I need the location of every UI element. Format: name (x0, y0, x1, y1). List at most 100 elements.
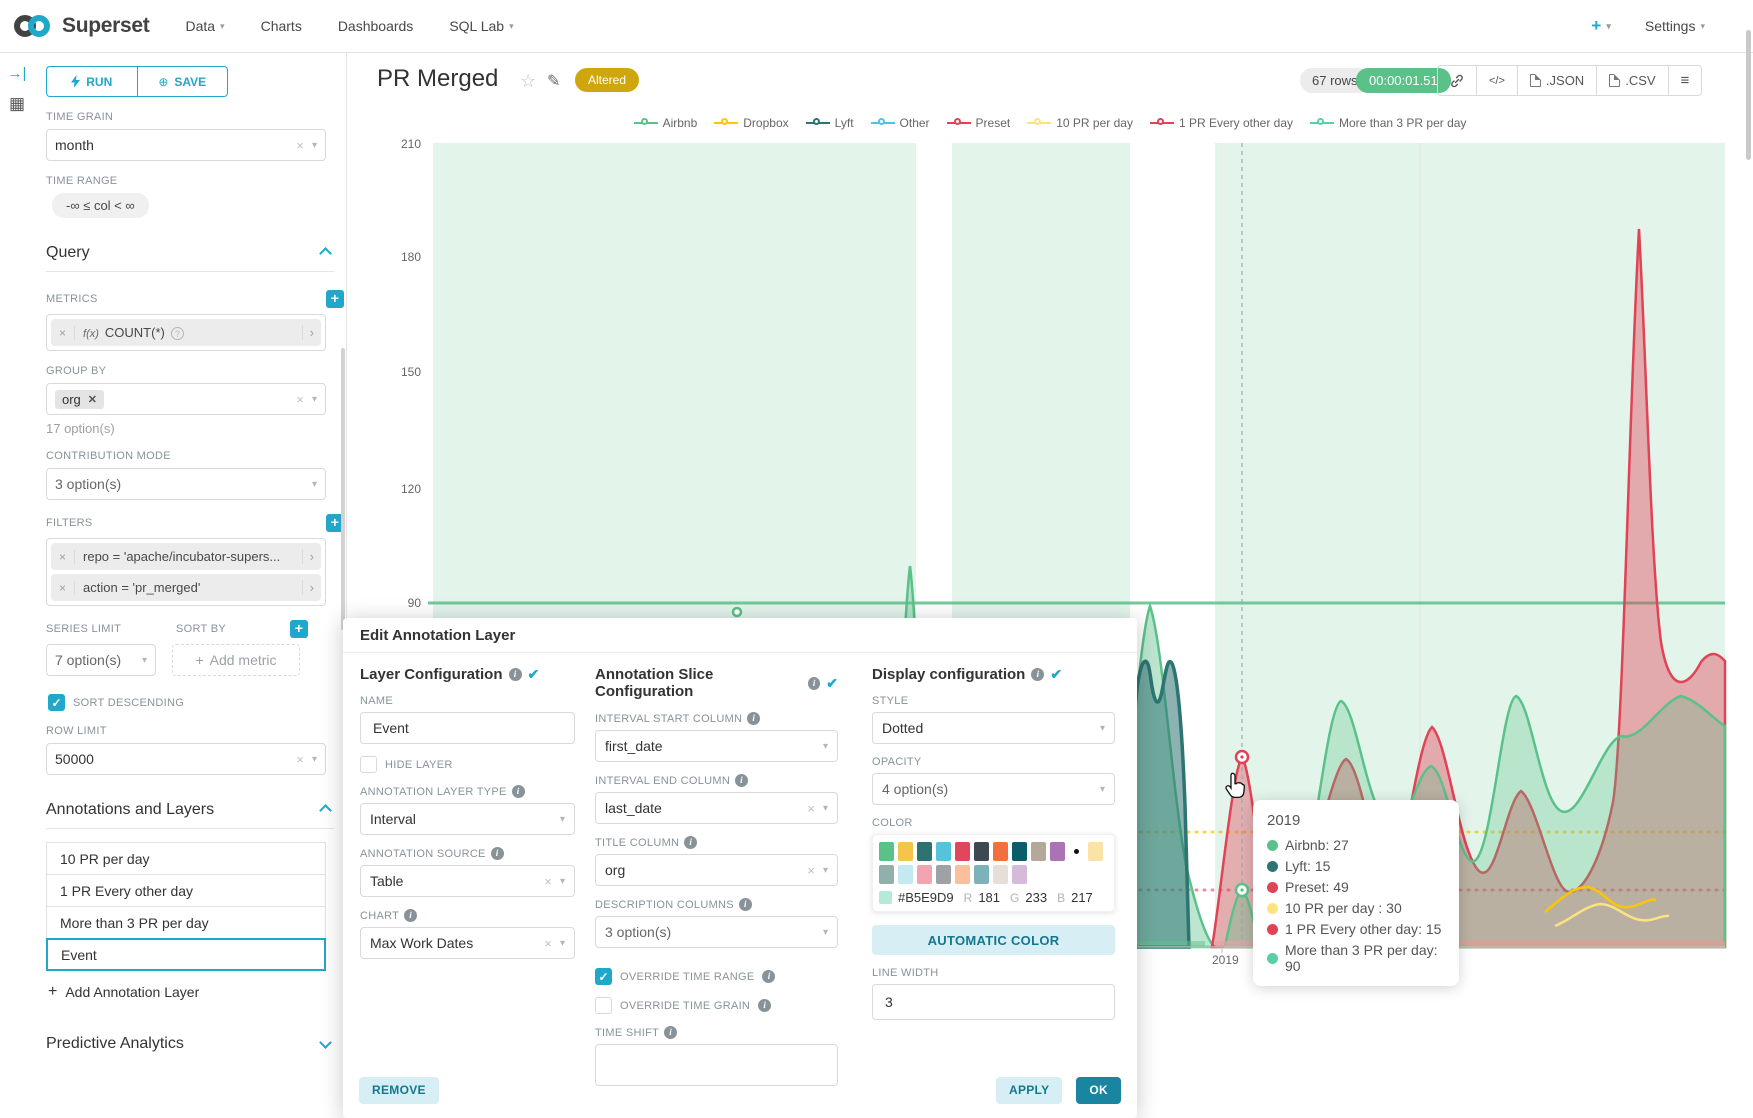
line-width-input[interactable] (872, 984, 1115, 1020)
time-grain-select[interactable]: month × ▾ (46, 129, 326, 161)
expand-chevron-icon[interactable]: › (302, 580, 321, 595)
export-json-button[interactable]: .JSON (1518, 66, 1597, 95)
b-value[interactable]: 217 (1071, 890, 1093, 905)
color-swatch[interactable] (955, 865, 970, 884)
sort-by-add-metric[interactable]: +Add metric (172, 644, 300, 676)
datasource-grid-icon[interactable]: ▦ (0, 94, 34, 114)
clear-icon[interactable]: × (296, 392, 304, 407)
color-swatch[interactable] (993, 865, 1008, 884)
new-item-button[interactable]: +▾ (1591, 16, 1610, 36)
group-by-tag[interactable]: org✕ (55, 390, 104, 409)
color-swatch[interactable] (879, 865, 894, 884)
style-select[interactable]: Dotted ▾ (872, 712, 1115, 744)
opacity-select[interactable]: 4 option(s) ▾ (872, 773, 1115, 805)
export-csv-button[interactable]: .CSV (1597, 66, 1668, 95)
ok-button[interactable]: OK (1076, 1077, 1121, 1104)
nav-sql-lab[interactable]: SQL Lab▾ (449, 18, 513, 34)
legend-item[interactable]: Airbnb (634, 116, 698, 130)
info-icon[interactable]: i (491, 847, 504, 860)
window-scrollbar[interactable] (1746, 30, 1751, 160)
annotation-layer-item[interactable]: 1 PR Every other day (46, 874, 326, 907)
embed-code-button[interactable]: </> (1477, 66, 1518, 95)
legend-item[interactable]: Lyft (806, 116, 854, 130)
group-by-select[interactable]: org✕ × ▾ (46, 383, 326, 415)
interval-start-select[interactable]: first_date ▾ (595, 730, 838, 762)
color-swatch[interactable] (993, 842, 1008, 861)
nav-charts[interactable]: Charts (261, 18, 302, 34)
color-swatch[interactable] (974, 865, 989, 884)
color-swatch-selected[interactable] (1069, 842, 1084, 861)
info-icon[interactable]: i (808, 677, 820, 690)
favorite-star-icon[interactable]: ☆ (520, 71, 536, 92)
override-time-grain-checkbox[interactable]: OVERRIDE TIME GRAIN i (595, 997, 838, 1014)
clear-icon[interactable]: × (544, 874, 552, 889)
color-swatch[interactable] (1088, 842, 1103, 861)
g-value[interactable]: 233 (1025, 890, 1047, 905)
remove-icon[interactable]: × (51, 326, 75, 340)
apply-button[interactable]: APPLY (996, 1077, 1062, 1104)
add-sort-metric-button[interactable]: + (290, 620, 308, 638)
info-icon[interactable]: i (735, 774, 748, 787)
color-swatch[interactable] (1050, 842, 1065, 861)
add-metric-button[interactable]: + (326, 290, 344, 308)
remove-icon[interactable]: × (51, 581, 75, 595)
time-range-pill[interactable]: -∞ ≤ col < ∞ (52, 193, 149, 218)
altered-badge[interactable]: Altered (575, 68, 639, 92)
info-icon[interactable]: i (1031, 668, 1044, 681)
annotation-layer-type-select[interactable]: Interval ▾ (360, 803, 575, 835)
annotation-layer-item[interactable]: More than 3 PR per day (46, 906, 326, 939)
annotation-layer-item[interactable]: 10 PR per day (46, 842, 326, 875)
series-limit-select[interactable]: 7 option(s) ▾ (46, 644, 156, 676)
color-swatch[interactable] (1031, 842, 1046, 861)
color-swatch[interactable] (1012, 842, 1027, 861)
filter-pill[interactable]: × action = 'pr_merged' › (51, 574, 321, 601)
clear-icon[interactable]: × (807, 801, 815, 816)
r-value[interactable]: 181 (978, 890, 1000, 905)
collapse-panel-icon[interactable]: →| (0, 65, 34, 82)
info-icon[interactable]: i (684, 836, 697, 849)
clear-icon[interactable]: × (807, 863, 815, 878)
color-swatch[interactable] (917, 865, 932, 884)
name-input[interactable] (360, 712, 575, 744)
info-icon[interactable]: i (739, 898, 752, 911)
edit-pencil-icon[interactable]: ✎ (547, 71, 560, 91)
collapse-chevron-icon[interactable] (319, 247, 332, 260)
info-icon[interactable]: i (762, 970, 775, 983)
clear-icon[interactable]: × (296, 752, 304, 767)
save-button[interactable]: ⊕ SAVE (137, 66, 229, 97)
hide-layer-checkbox[interactable]: HIDE LAYER (360, 756, 575, 773)
hex-value[interactable]: #B5E9D9 (898, 890, 954, 905)
color-swatch[interactable] (898, 842, 913, 861)
row-limit-select[interactable]: 50000 × ▾ (46, 743, 326, 775)
color-swatch[interactable] (936, 842, 951, 861)
remove-icon[interactable]: × (51, 550, 75, 564)
remove-tag-icon[interactable]: ✕ (88, 393, 97, 406)
annotation-source-select[interactable]: Table × ▾ (360, 865, 575, 897)
info-icon[interactable]: i (664, 1026, 677, 1039)
share-link-button[interactable] (1438, 66, 1477, 95)
metric-pill[interactable]: × f(x)COUNT(*)? › (51, 319, 321, 346)
color-swatch[interactable] (955, 842, 970, 861)
color-swatch[interactable] (917, 842, 932, 861)
expand-chevron-icon[interactable]: › (302, 325, 321, 340)
description-columns-select[interactable]: 3 option(s) ▾ (595, 916, 838, 948)
chart-select[interactable]: Max Work Dates × ▾ (360, 927, 575, 959)
nav-dashboards[interactable]: Dashboards (338, 18, 414, 34)
color-swatch[interactable] (898, 865, 913, 884)
panel-scrollbar[interactable] (341, 348, 345, 630)
automatic-color-button[interactable]: AUTOMATIC COLOR (872, 925, 1115, 955)
collapse-chevron-icon[interactable] (319, 804, 332, 817)
expand-chevron-icon[interactable] (319, 1036, 332, 1049)
color-swatch[interactable] (1012, 865, 1027, 884)
remove-button[interactable]: REMOVE (359, 1077, 439, 1104)
color-swatch[interactable] (974, 842, 989, 861)
legend-item[interactable]: Preset (947, 116, 1011, 130)
clear-icon[interactable]: × (544, 936, 552, 951)
sort-descending-checkbox[interactable]: ✓ SORT DESCENDING (48, 694, 346, 711)
info-icon[interactable]: i (512, 785, 525, 798)
add-annotation-layer-button[interactable]: + Add Annotation Layer (48, 983, 346, 1001)
settings-menu[interactable]: Settings▾ (1645, 18, 1705, 34)
annotation-layer-item-selected[interactable]: Event (46, 938, 326, 971)
info-icon[interactable]: i (509, 668, 522, 681)
title-column-select[interactable]: org × ▾ (595, 854, 838, 886)
